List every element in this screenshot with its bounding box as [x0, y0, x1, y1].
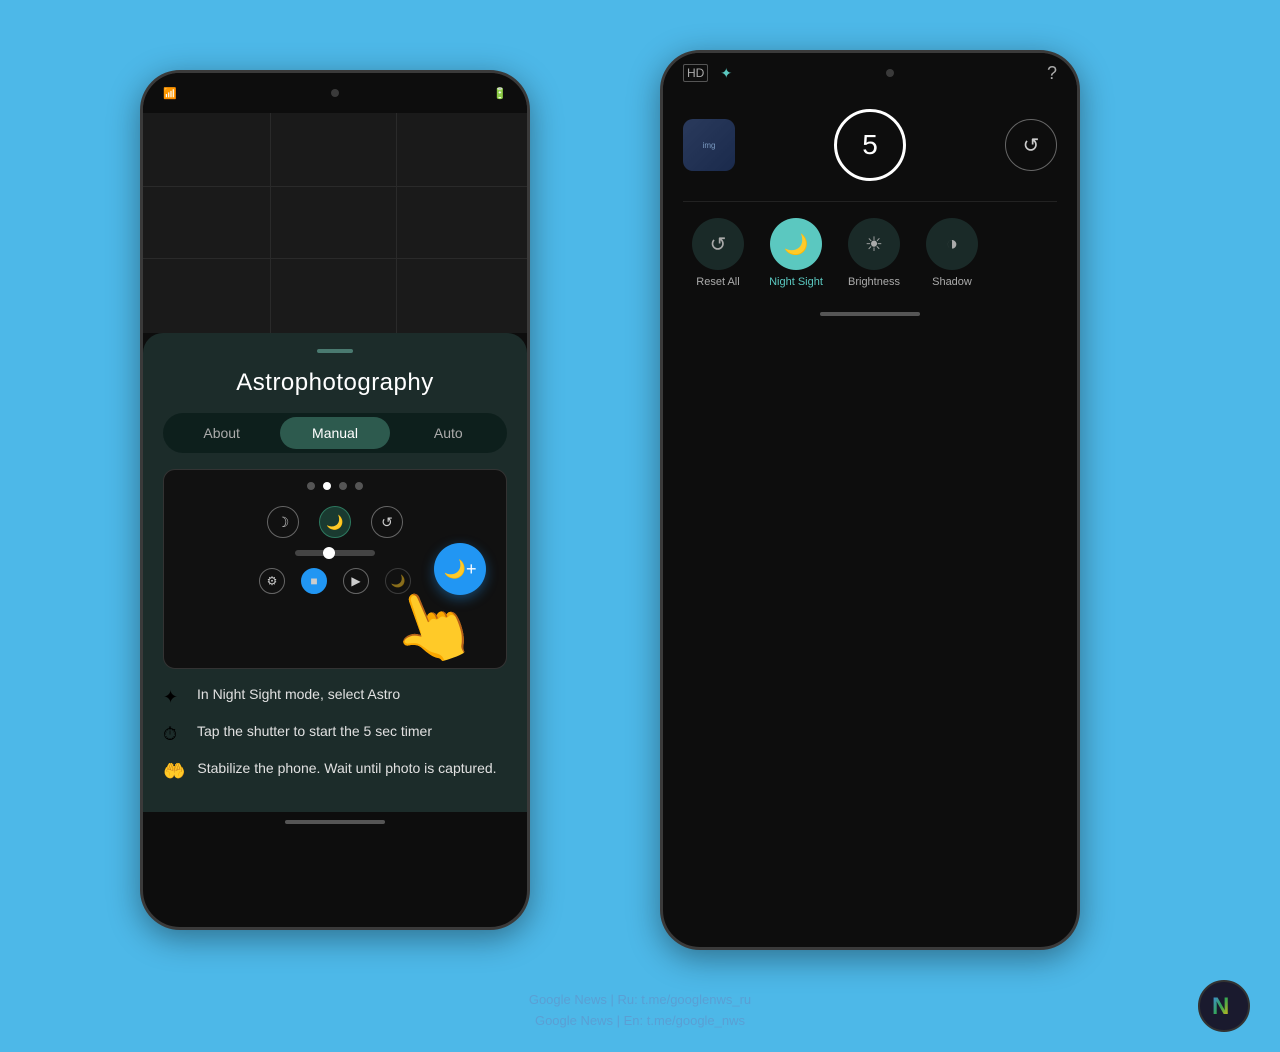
timer-icon: ⏱: [163, 724, 185, 745]
left-home-indicator: [285, 820, 385, 824]
instruction-3: 🤲 Stabilize the phone. Wait until photo …: [163, 759, 507, 782]
divider: [683, 201, 1057, 202]
instruction-2: ⏱ Tap the shutter to start the 5 sec tim…: [163, 722, 507, 745]
grid-v2: [396, 113, 397, 333]
footer-line-1: Google News | Ru: t.me/googlenws_ru: [0, 990, 1280, 1011]
right-status-bar: HD ✦ ?: [663, 53, 1077, 93]
instruction-1: ✦ In Night Sight mode, select Astro: [163, 685, 507, 708]
preview-video-icon[interactable]: ▶: [343, 568, 369, 594]
hd-icon: HD: [683, 64, 708, 82]
tab-bar: About Manual Auto: [163, 413, 507, 453]
grid-h2: [143, 258, 527, 259]
right-home-bar: [663, 304, 1077, 324]
shutter-row: img 5 ↺: [683, 109, 1057, 181]
stabilize-icon: 🤲: [163, 761, 185, 782]
footer: Google News | Ru: t.me/googlenws_ru Goog…: [0, 990, 1280, 1032]
left-sim-icon: 📶: [163, 87, 177, 100]
preview-inner: ☽ 🌙 ↺ ⚙: [164, 470, 506, 668]
gallery-thumbnail[interactable]: img: [683, 119, 735, 171]
right-status-right: ?: [1047, 63, 1057, 84]
left-grid: [143, 113, 527, 333]
mode-reset-all[interactable]: ↺ Reset All: [683, 218, 753, 288]
gallery-thumb-inner: img: [683, 119, 735, 171]
preview-icons-row: ☽ 🌙 ↺: [164, 498, 506, 546]
right-notch: [886, 69, 894, 77]
camera-bottom: img 5 ↺ ↺ Reset All �: [663, 93, 1077, 304]
mode-night-sight[interactable]: 🌙 Night Sight: [761, 218, 831, 288]
left-status-right: 🔋: [493, 87, 507, 100]
sheet-handle[interactable]: [317, 349, 353, 353]
mode-shadow[interactable]: ◑ Shadow: [917, 218, 987, 288]
night-sight-label: Night Sight: [769, 276, 823, 288]
dot-3: [339, 482, 347, 490]
left-status-bar: 📶 🔋: [143, 73, 527, 113]
camera-ui-preview: ☽ 🌙 ↺ ⚙: [163, 469, 507, 669]
shutter-button[interactable]: 5: [834, 109, 906, 181]
sparkle-icon: ✦: [163, 687, 185, 708]
grid-v1: [270, 113, 271, 333]
preview-moon-icon[interactable]: 🌙: [385, 568, 411, 594]
brightness-icon: ☀: [848, 218, 900, 270]
footer-line-2: Google News | En: t.me/google_nws: [0, 1011, 1280, 1032]
tab-manual[interactable]: Manual: [280, 417, 389, 449]
bottom-sheet: Astrophotography About Manual Auto ☽: [143, 333, 527, 812]
preview-dots: [164, 470, 506, 498]
shutter-countdown: 5: [862, 129, 878, 161]
dot-4: [355, 482, 363, 490]
ai-stars-icon: ✦: [720, 65, 732, 82]
instructions: ✦ In Night Sight mode, select Astro ⏱ Ta…: [163, 685, 507, 796]
tab-auto[interactable]: Auto: [394, 417, 503, 449]
help-icon[interactable]: ?: [1047, 63, 1057, 84]
night-sight-icon: 🌙: [770, 218, 822, 270]
dot-1: [307, 482, 315, 490]
left-phone: 📶 🔋 Astrophotography About Manual Auto: [140, 70, 530, 930]
instruction-text-1: In Night Sight mode, select Astro: [197, 685, 400, 705]
sheet-title: Astrophotography: [236, 369, 433, 397]
preview-settings-icon[interactable]: ⚙: [259, 568, 285, 594]
preview-icon-3: ↺: [371, 506, 403, 538]
preview-slider[interactable]: [295, 550, 375, 556]
reset-all-icon: ↺: [692, 218, 744, 270]
preview-icon-1: ☽: [267, 506, 299, 538]
svg-text:N: N: [1212, 993, 1229, 1020]
left-camera-preview: [143, 113, 527, 333]
mode-brightness[interactable]: ☀ Brightness: [839, 218, 909, 288]
google-n-logo: N: [1198, 980, 1250, 1032]
left-notch: [331, 89, 339, 97]
grid-h1: [143, 186, 527, 187]
brightness-label: Brightness: [848, 276, 900, 288]
right-home-indicator: [820, 312, 920, 316]
right-top-bar-icons: HD ✦: [683, 64, 732, 82]
left-battery-icon: 🔋: [493, 87, 507, 100]
preview-record-icon[interactable]: ■: [301, 568, 327, 594]
preview-slider-thumb: [323, 547, 335, 559]
instruction-text-3: Stabilize the phone. Wait until photo is…: [197, 759, 496, 779]
google-n-icon: N: [1208, 990, 1240, 1022]
tab-about[interactable]: About: [167, 417, 276, 449]
right-phone: HD ✦ ? Macro is off 🚫 ✦: [660, 50, 1080, 950]
left-home-bar: [143, 812, 527, 832]
reset-all-label: Reset All: [696, 276, 739, 288]
modes-row: ↺ Reset All 🌙 Night Sight ☀ Brightness ◑: [683, 218, 1057, 288]
flip-camera-icon: ↺: [1023, 133, 1040, 158]
shadow-label: Shadow: [932, 276, 972, 288]
preview-icon-moon[interactable]: 🌙: [319, 506, 351, 538]
dot-2: [323, 482, 331, 490]
flip-camera-button[interactable]: ↺: [1005, 119, 1057, 171]
shadow-icon: ◑: [926, 218, 978, 270]
instruction-text-2: Tap the shutter to start the 5 sec timer: [197, 722, 432, 742]
